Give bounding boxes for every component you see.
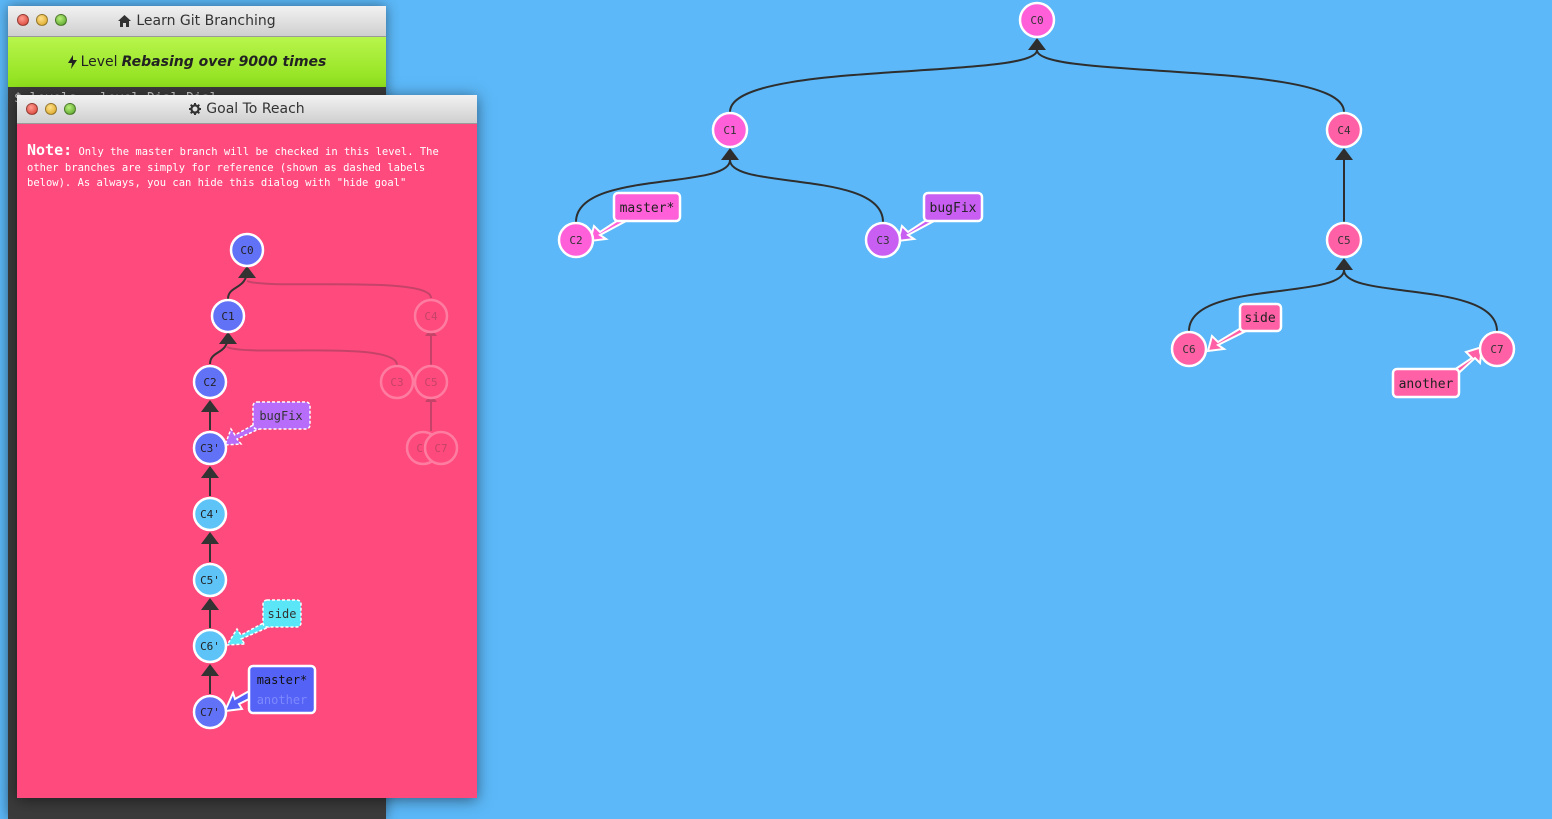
commit-c2-label: C2 [569, 234, 582, 247]
commit-c2[interactable]: C2 [557, 221, 595, 259]
side-branch-label: side [1244, 311, 1275, 326]
goal-commit-c1: C1 [210, 298, 246, 334]
commit-c1-label: C1 [723, 124, 736, 137]
goal-ghost-c5-label: C5 [424, 376, 437, 389]
commit-c1[interactable]: C1 [711, 111, 749, 149]
goal-side-label: side [268, 607, 297, 621]
arrowhead-c0 [1028, 38, 1046, 50]
goal-c7p-label: C7' [200, 706, 220, 719]
goal-master-label: master* [257, 673, 308, 687]
goal-commit-c6-prime: C6' [192, 628, 228, 664]
arrowhead-c1 [721, 148, 739, 160]
goal-ghost-c7-label: C7 [434, 442, 447, 455]
commit-c5-label: C5 [1337, 234, 1350, 247]
goal-c0-label: C0 [240, 244, 253, 257]
commit-c3-label: C3 [876, 234, 889, 247]
goal-c1-label: C1 [221, 310, 234, 323]
commit-c3[interactable]: C3 [864, 221, 902, 259]
goal-ghost-c3-label: C3 [390, 376, 403, 389]
goal-window: Goal To Reach Note: Only the master bran… [17, 95, 477, 798]
commit-c0-label: C0 [1030, 14, 1043, 27]
main-commit-nodes: C0 C1 C4 C2 C3 C5 C6 C7 [557, 1, 1516, 368]
goal-c5p-label: C5' [200, 574, 220, 587]
goal-ghost-commits: C4 C3 C5 C6 C7 [226, 280, 459, 466]
goal-commit-c4-prime: C4' [192, 496, 228, 532]
goal-commit-c3-prime: C3' [192, 430, 228, 466]
goal-commit-c7-prime: C7' [192, 694, 228, 730]
goal-branch-tags: bugFix side master* another [223, 401, 317, 715]
goal-bugfix-label: bugFix [259, 409, 302, 423]
goal-c6p-label: C6' [200, 640, 220, 653]
tree-arrowheads [721, 38, 1353, 270]
tree-edges [575, 49, 1498, 332]
goal-c2-label: C2 [203, 376, 216, 389]
bugfix-branch-label: bugFix [930, 201, 977, 216]
commit-c6[interactable]: C6 [1170, 330, 1208, 368]
another-branch-label: another [1399, 377, 1454, 392]
commit-c4[interactable]: C4 [1325, 111, 1363, 149]
master-branch-label: master* [620, 201, 675, 216]
edge-c4-c0 [1036, 49, 1345, 113]
goal-another-label: another [257, 693, 308, 707]
commit-c5[interactable]: C5 [1325, 221, 1363, 259]
goal-commit-c0: C0 [229, 232, 265, 268]
goal-tree: C4 C3 C5 C6 C7 bugFix side master* anoth… [192, 232, 459, 730]
arrowhead-c5 [1335, 258, 1353, 270]
goal-commit-c5-prime: C5' [192, 562, 228, 598]
goal-ghost-c4-label: C4 [424, 310, 438, 323]
goal-c4p-label: C4' [200, 508, 220, 521]
arrowhead-c4 [1335, 148, 1353, 160]
edge-c1-c0 [729, 49, 1038, 113]
goal-c3p-label: C3' [200, 442, 220, 455]
edge-c7-c5 [1343, 269, 1498, 332]
commit-c7-label: C7 [1490, 343, 1503, 356]
commit-c7[interactable]: C7 [1478, 330, 1516, 368]
goal-commit-nodes: C0 C1 C2 C3' C4' C5' C6' C7' [192, 232, 265, 730]
edge-c3-c1 [729, 159, 884, 223]
goal-commit-c2: C2 [192, 364, 228, 400]
commit-c6-label: C6 [1182, 343, 1195, 356]
commit-c4-label: C4 [1337, 124, 1351, 137]
goal-master-arrow [223, 688, 252, 713]
commit-c0[interactable]: C0 [1018, 1, 1056, 39]
